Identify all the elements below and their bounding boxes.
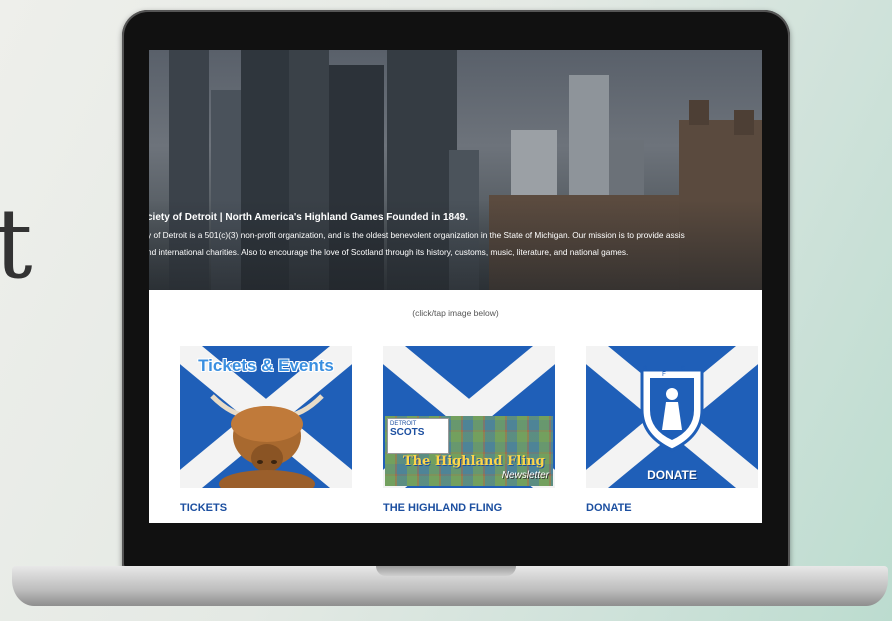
tickets-card[interactable]: Tickets & Events TICKETS	[180, 346, 352, 514]
hero-description: y of Detroit is a 501(c)(3) non-profit o…	[149, 227, 762, 261]
donate-card[interactable]: B S F DONATE DONATE	[586, 346, 758, 514]
highland-fling-link[interactable]: THE HIGHLAND FLING	[383, 502, 555, 514]
crest-letters: B S F	[643, 366, 701, 378]
laptop-notch	[376, 566, 516, 576]
tickets-link[interactable]: TICKETS	[180, 502, 352, 514]
detroit-scots-logo: DETROIT SCOTS	[387, 418, 449, 454]
hero-text-block: ciety of Detroit | North America's Highl…	[149, 212, 762, 261]
highland-fling-card[interactable]: DETROIT SCOTS The Highland Fling Newslet…	[383, 346, 555, 514]
click-instruction: (click/tap image below)	[412, 308, 499, 318]
laptop-screen: ciety of Detroit | North America's Highl…	[149, 50, 762, 523]
donate-image[interactable]: B S F DONATE	[586, 346, 758, 488]
highland-cow-icon	[210, 394, 324, 488]
highland-fling-image[interactable]: DETROIT SCOTS The Highland Fling Newslet…	[383, 346, 555, 488]
highland-fling-title: The Highland Fling	[403, 454, 545, 469]
hero-description-line: y of Detroit is a 501(c)(3) non-profit o…	[149, 230, 685, 240]
hero-banner: ciety of Detroit | North America's Highl…	[149, 50, 762, 290]
newsletter-subtitle: Newsletter	[501, 470, 549, 481]
hero-description-line: nd international charities. Also to enco…	[149, 247, 629, 257]
tickets-events-title: Tickets & Events	[198, 356, 334, 375]
hero-title: ciety of Detroit | North America's Highl…	[149, 212, 468, 223]
tickets-image[interactable]: Tickets & Events	[180, 346, 352, 488]
donate-link[interactable]: DONATE	[586, 502, 758, 514]
background-text-fragment: t	[0, 188, 33, 300]
donate-banner: DONATE	[647, 468, 697, 482]
